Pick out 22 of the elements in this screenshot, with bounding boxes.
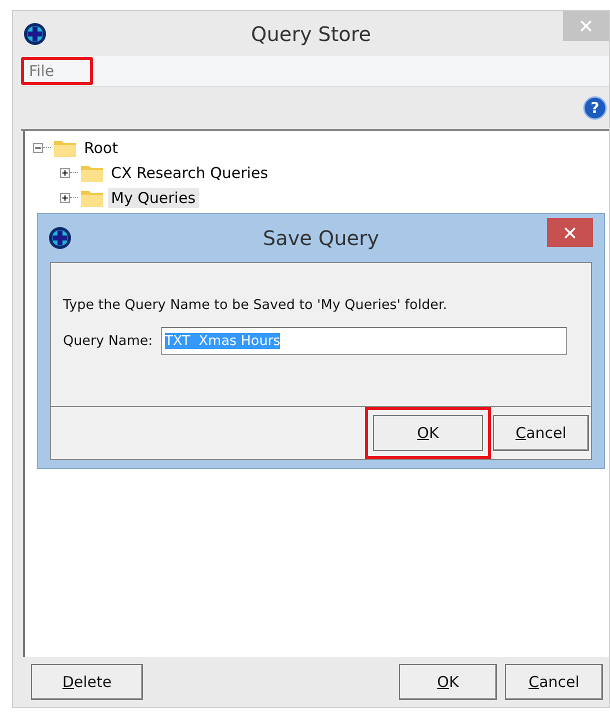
tree-item[interactable]: My Queries [108, 188, 199, 208]
window-title: Query Store [250, 22, 372, 46]
dialog-button[interactable]: Cancel [505, 664, 603, 700]
close-icon [580, 20, 592, 32]
minus-icon[interactable] [33, 142, 43, 152]
close-icon [564, 226, 576, 238]
app-icon [23, 22, 47, 46]
tree-item[interactable]: CX Research Queries [108, 162, 272, 182]
close-button[interactable] [547, 218, 593, 247]
plus-icon[interactable] [60, 192, 70, 202]
dialog-button[interactable]: Delete [31, 664, 143, 700]
app-icon [48, 226, 72, 250]
tree-item[interactable]: Root [81, 138, 121, 158]
dialog-title: Save Query [262, 226, 380, 250]
field-label: Query Name: [63, 333, 153, 349]
dialog-message: Type the Query Name to be Saved to 'My Queries' folder. [63, 297, 448, 313]
help-icon[interactable]: ? [583, 96, 607, 120]
dialog-button[interactable]: Cancel [493, 415, 589, 451]
dialog-button[interactable]: OK [399, 664, 497, 700]
plus-icon[interactable] [60, 168, 70, 178]
dialog-button[interactable]: OK [365, 407, 491, 459]
menu-item[interactable]: File [21, 57, 94, 85]
